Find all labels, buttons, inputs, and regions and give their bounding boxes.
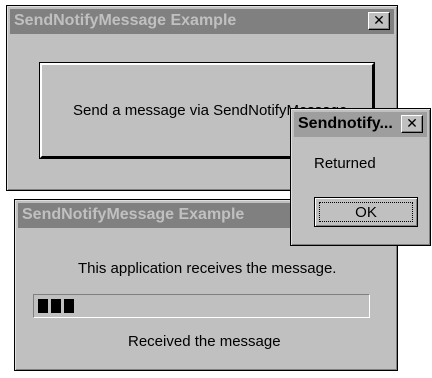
progress-block	[64, 299, 74, 313]
receiver-window-title: SendNotifyMessage Example	[22, 206, 245, 223]
dialog-close-icon[interactable]: ✕	[401, 115, 423, 133]
progress-bar	[33, 294, 370, 318]
progress-block	[38, 299, 48, 313]
sender-close-icon[interactable]: ✕	[368, 12, 390, 30]
notify-dialog: Sendnotify... ✕ Returned OK	[290, 108, 431, 246]
dialog-titlebar[interactable]: Sendnotify... ✕	[294, 112, 427, 137]
progress-fill	[38, 299, 74, 313]
sender-titlebar[interactable]: SendNotifyMessage Example ✕	[10, 9, 394, 34]
dialog-message: Returned	[314, 155, 376, 172]
receiver-status-text: Received the message	[128, 333, 281, 350]
progress-block	[51, 299, 61, 313]
receiver-info-text: This application receives the message.	[78, 260, 337, 277]
dialog-title: Sendnotify...	[298, 115, 393, 132]
ok-button[interactable]: OK	[314, 197, 418, 227]
sender-window-title: SendNotifyMessage Example	[14, 12, 237, 29]
ok-button-label: OK	[355, 203, 377, 221]
